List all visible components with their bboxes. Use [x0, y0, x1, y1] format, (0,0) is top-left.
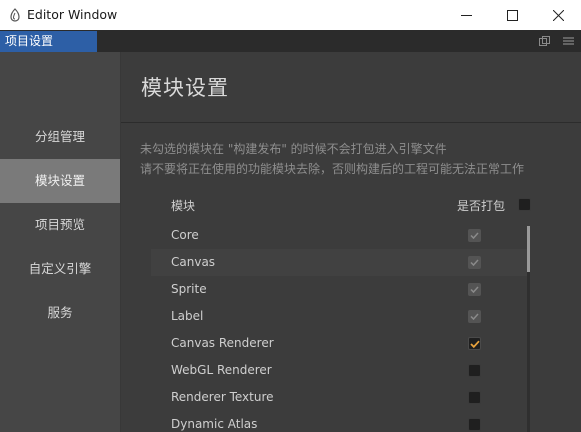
module-settings-panel: 模块设置 未勾选的模块在 "构建发布" 的时候不会打包进入引擎文件 请不要将正在…	[121, 52, 581, 432]
module-row: Core	[151, 222, 529, 249]
module-name: Dynamic Atlas	[171, 417, 258, 431]
close-button[interactable]	[535, 0, 581, 30]
menu-icon[interactable]	[563, 36, 574, 46]
tab-project-settings[interactable]: 项目设置	[0, 31, 97, 52]
sidebar-item-module-settings[interactable]: 模块设置	[0, 159, 120, 203]
module-checkbox-sprite[interactable]	[468, 283, 481, 296]
module-row: Renderer Texture	[151, 384, 529, 411]
minimize-button[interactable]	[443, 0, 489, 30]
sidebar-item-project-preview[interactable]: 项目预览	[0, 203, 120, 247]
window-titlebar: Editor Window	[0, 0, 581, 30]
module-row: Dynamic Atlas	[151, 411, 529, 432]
module-name: WebGL Renderer	[171, 363, 272, 377]
module-name: Core	[171, 228, 199, 242]
panel-tabstrip: 项目设置	[0, 30, 581, 52]
module-row: WebGL Renderer	[151, 357, 529, 384]
description-line-2: 请不要将正在使用的功能模块去除，否则构建后的工程可能无法正常工作	[140, 162, 525, 176]
settings-sidebar: 分组管理 模块设置 项目预览 自定义引擎 服务	[0, 52, 121, 432]
popout-icon[interactable]	[539, 36, 550, 46]
select-all-checkbox[interactable]	[518, 198, 531, 211]
sidebar-item-services[interactable]: 服务	[0, 291, 120, 335]
close-icon	[552, 9, 564, 21]
module-checkbox-renderer-texture[interactable]	[468, 391, 481, 404]
module-checkbox-canvas[interactable]	[468, 256, 481, 269]
maximize-icon	[506, 9, 518, 21]
app-logo-icon	[10, 8, 20, 22]
module-row: Canvas Renderer	[151, 330, 529, 357]
sidebar-item-custom-engine[interactable]: 自定义引擎	[0, 247, 120, 291]
maximize-button[interactable]	[489, 0, 535, 30]
window-title: Editor Window	[27, 7, 118, 22]
module-row: Label	[151, 303, 529, 330]
title-divider	[121, 122, 581, 123]
module-checkbox-core[interactable]	[468, 229, 481, 242]
column-header-pack: 是否打包	[457, 199, 506, 213]
module-name: Sprite	[171, 282, 207, 296]
module-checkbox-canvas-renderer[interactable]	[468, 337, 481, 350]
module-checkbox-dynamic-atlas[interactable]	[468, 418, 481, 431]
module-row: Canvas	[151, 249, 529, 276]
module-name: Renderer Texture	[171, 390, 274, 404]
description-line-1: 未勾选的模块在 "构建发布" 的时候不会打包进入引擎文件	[140, 142, 447, 156]
page-title: 模块设置	[141, 76, 229, 100]
module-name: Canvas Renderer	[171, 336, 274, 350]
module-name: Label	[171, 309, 204, 323]
module-checkbox-label[interactable]	[468, 310, 481, 323]
minimize-icon	[460, 14, 472, 16]
module-checkbox-webgl-renderer[interactable]	[468, 364, 481, 377]
module-name: Canvas	[171, 255, 216, 269]
module-list-scrollbar-thumb[interactable]	[527, 226, 530, 272]
module-row: Sprite	[151, 276, 529, 303]
sidebar-item-group-management[interactable]: 分组管理	[0, 115, 120, 159]
column-header-module: 模块	[171, 199, 196, 213]
